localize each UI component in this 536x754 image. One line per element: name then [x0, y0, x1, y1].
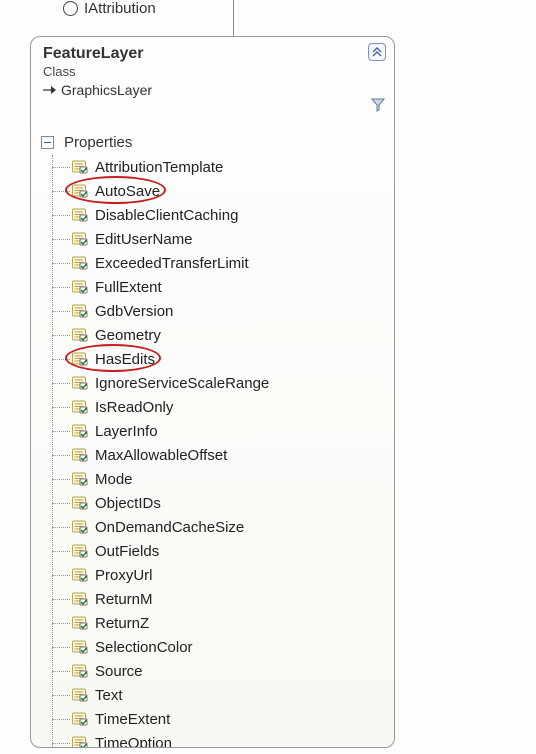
property-label: ExceededTransferLimit: [95, 255, 249, 272]
property-label: AutoSave: [95, 183, 160, 200]
property-label: Source: [95, 663, 143, 680]
property-label: Text: [95, 687, 123, 704]
property-icon: [71, 735, 89, 748]
property-icon: [71, 375, 89, 391]
property-item[interactable]: TimeOption: [45, 731, 388, 748]
property-label: ReturnZ: [95, 615, 149, 632]
property-icon: [71, 399, 89, 415]
property-item[interactable]: Source: [45, 659, 388, 683]
chevron-double-up-icon: [371, 46, 383, 58]
property-label: EditUserName: [95, 231, 193, 248]
property-item[interactable]: SelectionColor: [45, 635, 388, 659]
property-icon: [71, 471, 89, 487]
property-item[interactable]: IgnoreServiceScaleRange: [45, 371, 388, 395]
property-label: Geometry: [95, 327, 161, 344]
property-item[interactable]: IsReadOnly: [45, 395, 388, 419]
property-item[interactable]: Text: [45, 683, 388, 707]
section-header[interactable]: Properties: [41, 134, 388, 151]
property-item[interactable]: Geometry: [45, 323, 388, 347]
property-label: SelectionColor: [95, 639, 193, 656]
class-panel: FeatureLayer Class GraphicsLayer: [30, 36, 395, 748]
properties-section: Properties AttributionTemplate AutoSave …: [31, 104, 394, 748]
class-title: FeatureLayer: [43, 45, 384, 63]
property-icon: [71, 687, 89, 703]
property-label: ReturnM: [95, 591, 153, 608]
property-item[interactable]: MaxAllowableOffset: [45, 443, 388, 467]
property-icon: [71, 519, 89, 535]
property-item[interactable]: ExceededTransferLimit: [45, 251, 388, 275]
minus-icon: [44, 142, 51, 144]
property-icon: [71, 543, 89, 559]
property-item[interactable]: EditUserName: [45, 227, 388, 251]
property-item[interactable]: OnDemandCacheSize: [45, 515, 388, 539]
property-icon: [71, 423, 89, 439]
property-item[interactable]: ObjectIDs: [45, 491, 388, 515]
property-label: FullExtent: [95, 279, 162, 296]
class-subtitle: Class: [43, 64, 384, 79]
property-item[interactable]: AttributionTemplate: [45, 155, 388, 179]
property-item[interactable]: ReturnM: [45, 587, 388, 611]
base-class-row[interactable]: GraphicsLayer: [43, 82, 384, 98]
property-icon: [71, 567, 89, 583]
property-label: TimeExtent: [95, 711, 170, 728]
property-icon: [71, 591, 89, 607]
property-item[interactable]: TimeExtent: [45, 707, 388, 731]
property-item[interactable]: LayerInfo: [45, 419, 388, 443]
property-item[interactable]: ReturnZ: [45, 611, 388, 635]
property-icon: [71, 447, 89, 463]
property-icon: [71, 207, 89, 223]
property-label: DisableClientCaching: [95, 207, 238, 224]
property-icon: [71, 639, 89, 655]
property-icon: [71, 183, 89, 199]
interface-lollipop-icon: [63, 1, 78, 16]
property-icon: [71, 663, 89, 679]
funnel-icon: [371, 98, 385, 112]
property-label: TimeOption: [95, 735, 172, 749]
property-label: OutFields: [95, 543, 159, 560]
property-item[interactable]: FullExtent: [45, 275, 388, 299]
property-item[interactable]: Mode: [45, 467, 388, 491]
section-title: Properties: [64, 134, 132, 151]
filter-button[interactable]: [370, 97, 386, 113]
property-label: ObjectIDs: [95, 495, 161, 512]
property-label: IsReadOnly: [95, 399, 173, 416]
property-icon: [71, 159, 89, 175]
inherits-arrow-icon: [43, 85, 56, 95]
property-icon: [71, 495, 89, 511]
property-icon: [71, 279, 89, 295]
property-icon: [71, 327, 89, 343]
properties-tree: AttributionTemplate AutoSave DisableClie…: [45, 155, 388, 748]
interface-label: IAttribution: [84, 0, 156, 17]
property-label: Mode: [95, 471, 133, 488]
property-label: GdbVersion: [95, 303, 173, 320]
collapse-button[interactable]: [368, 43, 386, 61]
base-class-label: GraphicsLayer: [61, 82, 152, 98]
property-item[interactable]: GdbVersion: [45, 299, 388, 323]
property-label: IgnoreServiceScaleRange: [95, 375, 269, 392]
property-icon: [71, 351, 89, 367]
property-label: MaxAllowableOffset: [95, 447, 227, 464]
property-label: AttributionTemplate: [95, 159, 223, 176]
property-item[interactable]: DisableClientCaching: [45, 203, 388, 227]
property-label: OnDemandCacheSize: [95, 519, 244, 536]
collapse-toggle[interactable]: [41, 136, 54, 149]
property-icon: [71, 615, 89, 631]
property-item[interactable]: ProxyUrl: [45, 563, 388, 587]
property-label: HasEdits: [95, 351, 155, 368]
property-item[interactable]: HasEdits: [45, 347, 388, 371]
property-icon: [71, 255, 89, 271]
property-label: LayerInfo: [95, 423, 158, 440]
panel-header: FeatureLayer Class GraphicsLayer: [31, 37, 394, 104]
property-item[interactable]: OutFields: [45, 539, 388, 563]
property-icon: [71, 711, 89, 727]
property-label: ProxyUrl: [95, 567, 153, 584]
property-icon: [71, 303, 89, 319]
property-icon: [71, 231, 89, 247]
property-item[interactable]: AutoSave: [45, 179, 388, 203]
interface-node[interactable]: IAttribution: [63, 0, 156, 17]
